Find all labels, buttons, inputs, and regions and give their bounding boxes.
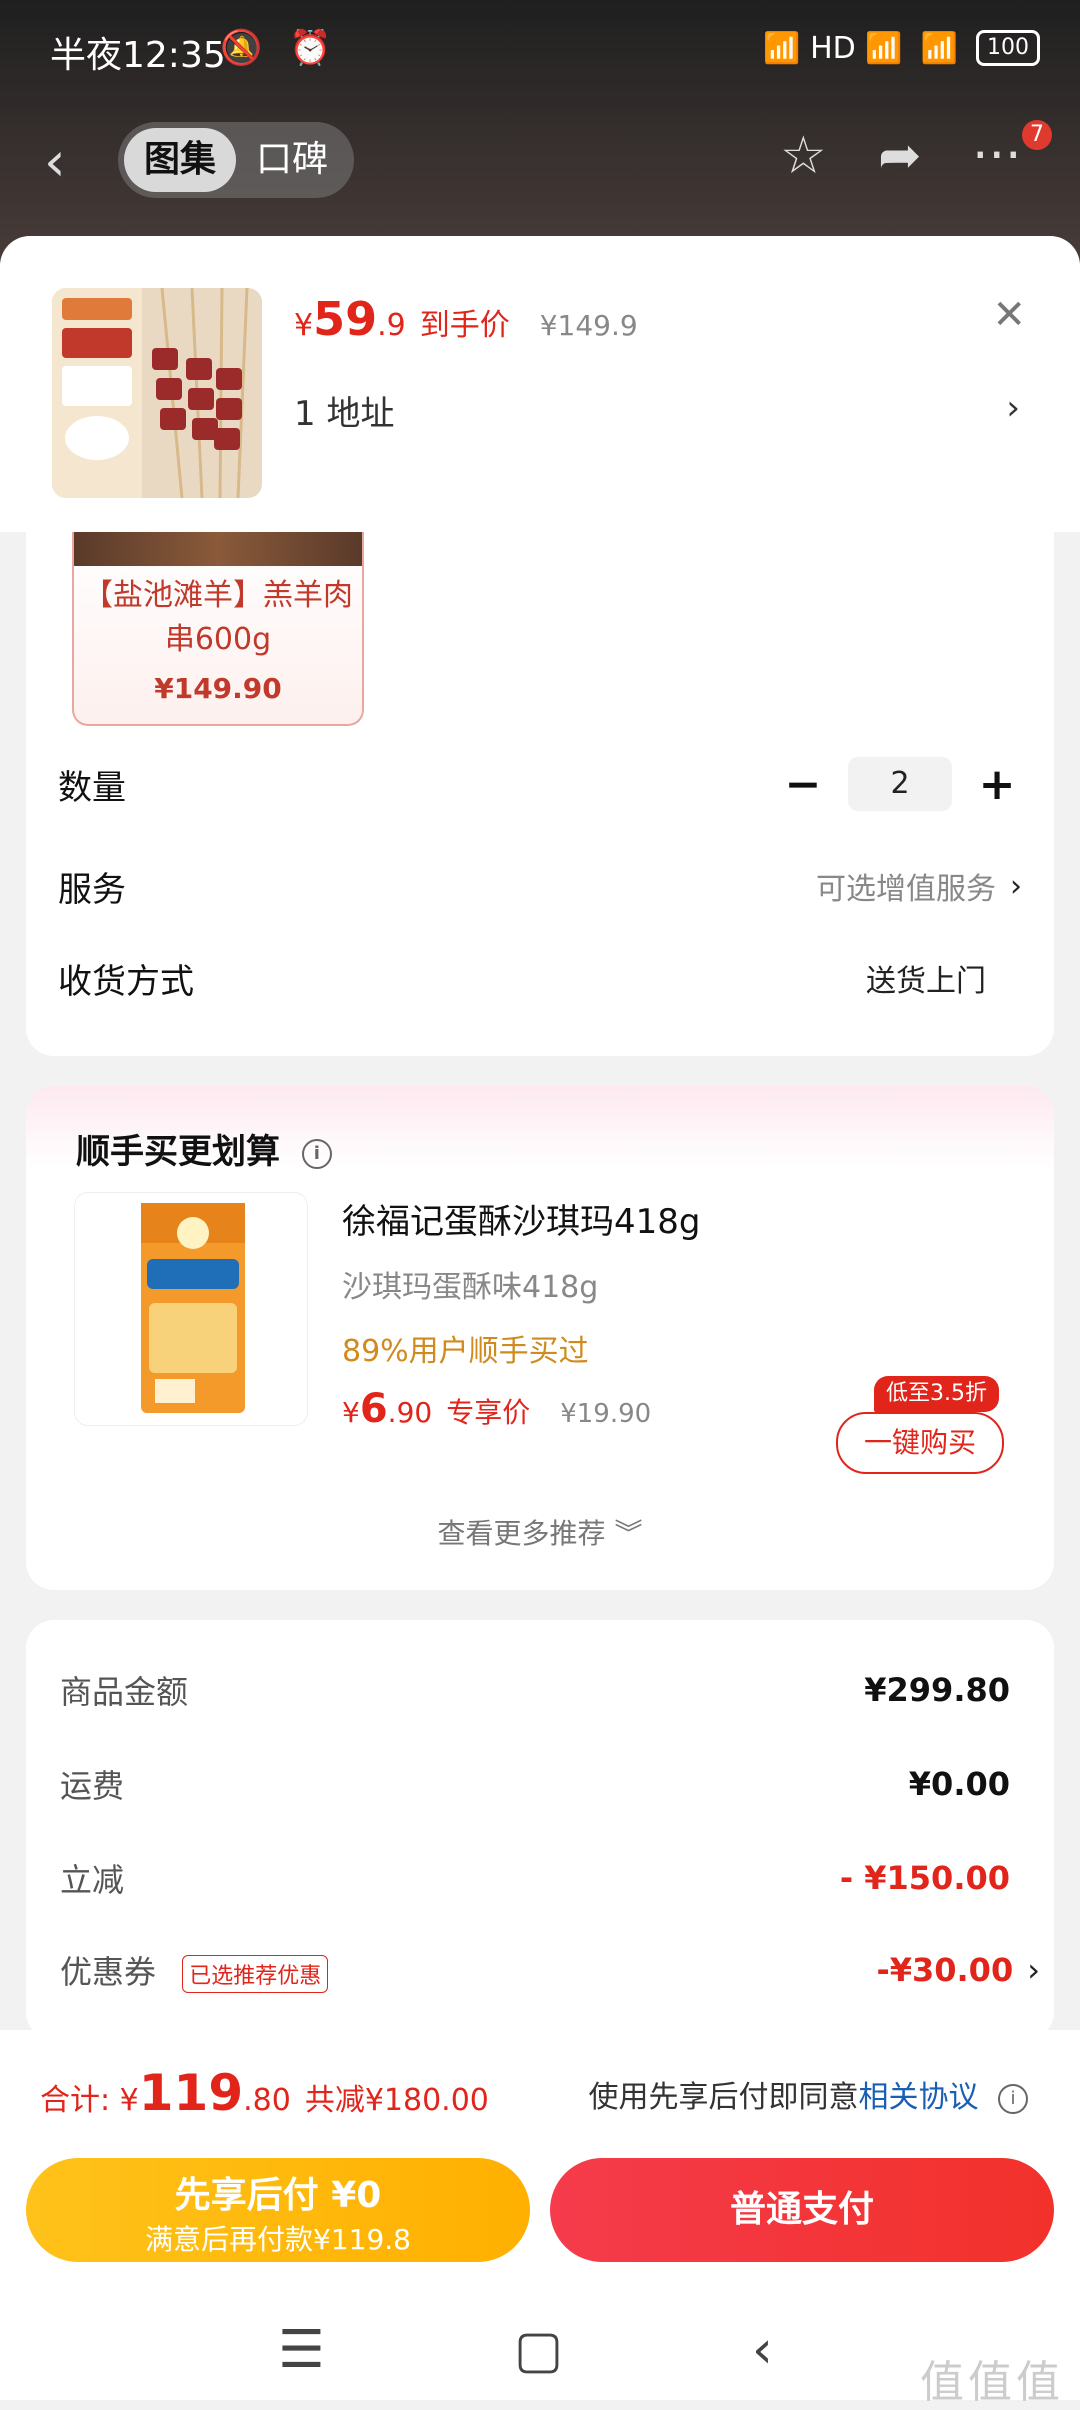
instant-discount-row: 立减 - ¥150.00	[60, 1848, 1010, 1908]
status-time: 半夜12:35	[50, 35, 226, 76]
agreement-notice: 使用先享后付即同意相关协议 i	[588, 2072, 1028, 2116]
service-label: 服务	[58, 869, 126, 910]
variant-option[interactable]: 【盐池滩羊】羔羊肉串600g ¥149.90	[72, 532, 364, 726]
pay-later-main: 先享后付 ¥0	[174, 2175, 382, 2216]
recommend-sold-rate: 89%用户顺手买过	[342, 1334, 589, 1369]
recommend-product-image[interactable]	[74, 1192, 308, 1426]
tab-reviews[interactable]: 口碑	[236, 128, 348, 192]
watermark-logo: 值值值	[920, 2357, 1064, 2408]
total-label: 合计: ¥	[40, 2083, 139, 2118]
total-integer: 119	[138, 2064, 244, 2122]
favorite-star-icon[interactable]: ☆	[780, 126, 827, 186]
price-decimal: .9	[377, 308, 406, 343]
bottom-bar: 合计: ¥ 119 .80 共减¥180.00 使用先享后付即同意相关协议 i …	[0, 2030, 1080, 2400]
signal-icon: 📶 HD 📶	[763, 30, 903, 66]
battery-icon: 100	[976, 30, 1040, 66]
view-tabs: 图集 口碑	[118, 122, 354, 198]
shipping-label: 运费	[60, 1767, 125, 1805]
coupon-label-text: 优惠券	[60, 1953, 157, 1991]
menu-icon[interactable]: ☰	[278, 2320, 325, 2380]
pay-later-sub: 满意后再付款¥119.8	[145, 2223, 411, 2256]
discount-badge: 低至3.5折	[874, 1376, 999, 1412]
shipping-value: ¥0.00	[908, 1765, 1010, 1803]
plus-button[interactable]: +	[972, 759, 1022, 810]
sheet-price: ¥ 59 .9 到手价 ¥149.9	[294, 292, 638, 346]
rec-price-decimal: .90	[387, 1396, 433, 1429]
price-integer: 59	[313, 292, 378, 346]
status-right: 📶 HD 📶 📶 100	[763, 30, 1040, 66]
address-selector[interactable]: 1 地址	[294, 386, 394, 435]
goods-amount-row: 商品金额 ¥299.80	[60, 1660, 1010, 1720]
message-badge: 7	[1022, 120, 1052, 150]
recommend-title: 顺手买更划算 i	[76, 1124, 332, 1173]
goods-amount-value: ¥299.80	[864, 1671, 1010, 1709]
instant-discount-label: 立减	[60, 1861, 125, 1899]
agreement-text: 使用先享后付即同意	[588, 2080, 859, 2115]
coupon-label: 优惠券 已选推荐优惠	[60, 1947, 876, 1993]
tab-gallery[interactable]: 图集	[124, 128, 237, 192]
original-price: ¥149.9	[539, 309, 638, 342]
total-decimal: .80	[243, 2083, 291, 2118]
recommend-title-text: 顺手买更划算	[76, 1132, 280, 1172]
coupon-recommend-tag: 已选推荐优惠	[182, 1955, 329, 1993]
system-nav-bar: ☰ ▢ ‹	[0, 2320, 1080, 2400]
close-icon[interactable]: ✕	[992, 292, 1026, 338]
rec-price-integer: 6	[359, 1386, 388, 1432]
service-row[interactable]: 服务 可选增值服务 ›	[58, 856, 1022, 916]
chevron-right-icon[interactable]: ›	[1006, 388, 1020, 428]
variant-price: ¥149.90	[154, 672, 282, 705]
options-card: 【盐池滩羊】羔羊肉串600g ¥149.90 数量 − 2 + 服务 可选增值服…	[26, 532, 1054, 1056]
recommend-price: ¥ 6 .90 专享价 ¥19.90	[342, 1386, 651, 1432]
quantity-stepper: − 2 +	[778, 757, 1022, 811]
exclusive-price-label: 专享价	[446, 1396, 531, 1429]
purchase-sheet: ¥ 59 .9 到手价 ¥149.9 1 地址 › ✕ 【盐池滩羊】羔羊肉串60…	[0, 236, 1080, 2036]
price-symbol: ¥	[294, 308, 314, 343]
info-icon[interactable]: i	[301, 1138, 332, 1169]
share-icon[interactable]: ➦	[878, 126, 922, 186]
sheet-header: ¥ 59 .9 到手价 ¥149.9 1 地址 › ✕	[0, 236, 1080, 532]
goods-amount-label: 商品金额	[60, 1673, 189, 1711]
quantity-row: 数量 − 2 +	[58, 754, 1022, 814]
coupon-value: -¥30.00	[876, 1951, 1014, 1989]
pay-later-button[interactable]: 先享后付 ¥0 满意后再付款¥119.8	[26, 2158, 530, 2262]
back-icon[interactable]: ‹	[752, 2320, 773, 2380]
fee-card: 商品金额 ¥299.80 运费 ¥0.00 立减 - ¥150.00 优惠券 已…	[26, 1620, 1054, 2036]
status-bar: 半夜12:35 🔕 ⏰ 📶 HD 📶 📶 100	[0, 0, 1080, 100]
wifi-icon: 📶	[920, 30, 958, 66]
service-value: 可选增值服务	[816, 872, 996, 907]
site-watermark: 值值值	[920, 2346, 1064, 2410]
one-click-buy-button[interactable]: 一键购买	[836, 1412, 1004, 1474]
home-icon[interactable]: ▢	[514, 2320, 563, 2380]
back-icon[interactable]: ‹	[44, 130, 66, 193]
rec-original-price: ¥19.90	[560, 1399, 652, 1429]
agreement-link[interactable]: 相关协议	[858, 2080, 978, 2115]
delivery-label: 收货方式	[58, 961, 194, 1002]
total-saved: 共减¥180.00	[304, 2083, 489, 2118]
shipping-row: 运费 ¥0.00	[60, 1754, 1010, 1814]
recommend-card: 顺手买更划算 i 徐福记蛋酥沙琪玛418g 沙琪玛蛋酥味418g 89%用户顺手…	[26, 1086, 1054, 1590]
quantity-label: 数量	[58, 767, 126, 808]
rec-price-symbol: ¥	[342, 1396, 360, 1429]
variant-image	[74, 532, 362, 566]
delivery-row[interactable]: 收货方式 送货上门	[58, 948, 1022, 1008]
recommend-product-spec: 沙琪玛蛋酥味418g	[342, 1270, 599, 1305]
variant-name: 【盐池滩羊】羔羊肉串600g	[83, 578, 353, 657]
coupon-row[interactable]: 优惠券 已选推荐优惠 -¥30.00 ›	[60, 1940, 1040, 2000]
total-amount: 合计: ¥ 119 .80 共减¥180.00	[40, 2064, 489, 2122]
quantity-input[interactable]: 2	[848, 757, 952, 811]
instant-discount-value: - ¥150.00	[839, 1859, 1010, 1897]
more-icon[interactable]: ···	[972, 126, 1022, 186]
final-price-label: 到手价	[419, 308, 510, 343]
mute-alarm-icons: 🔕 ⏰	[220, 28, 340, 68]
product-thumbnail	[52, 288, 262, 498]
minus-button[interactable]: −	[778, 759, 828, 810]
more-recommend-link[interactable]: 查看更多推荐 ︾	[26, 1512, 1054, 1552]
top-nav: ‹ 图集 口碑 ☆ ➦ ··· 7	[0, 110, 1080, 210]
recommend-product-name[interactable]: 徐福记蛋酥沙琪玛418g	[342, 1194, 700, 1243]
delivery-value: 送货上门	[866, 964, 986, 999]
chevron-right-icon: ›	[1027, 1951, 1040, 1989]
info-icon[interactable]: i	[998, 2083, 1028, 2114]
chevron-right-icon: ›	[1010, 868, 1022, 904]
normal-pay-button[interactable]: 普通支付	[550, 2158, 1054, 2262]
